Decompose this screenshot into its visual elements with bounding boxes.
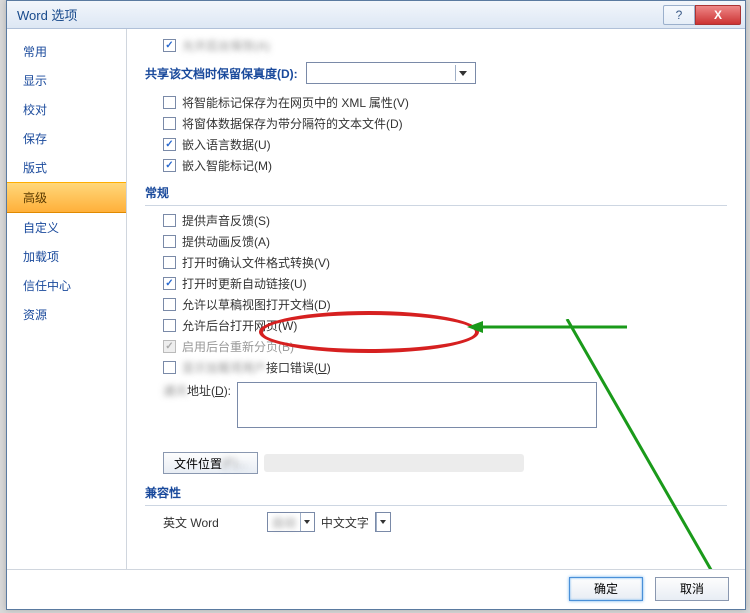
share-document-combo[interactable] xyxy=(306,62,476,84)
option-row: 将智能标记保存为在网页中的 XML 属性(V) xyxy=(163,94,727,111)
section-general: 常规 xyxy=(145,184,727,206)
option-row: 允许以草稿视图打开文档(D) xyxy=(163,296,727,313)
option-row-autolinks: 打开时更新自动链接(U) xyxy=(163,275,727,292)
compat-combo[interactable]: 自动 xyxy=(267,512,315,532)
checkbox[interactable] xyxy=(163,117,176,130)
checkbox[interactable] xyxy=(163,235,176,248)
dialog-footer: 确定 取消 xyxy=(7,569,745,607)
share-line: 共享该文档时保留保真度(D): xyxy=(145,62,727,84)
option-row: 允许后台打开网页(W) xyxy=(163,317,727,334)
combo-value: 自动 xyxy=(268,514,300,531)
checkbox[interactable] xyxy=(163,256,176,269)
address-row: 通讯地址(D): xyxy=(163,382,727,428)
checkbox[interactable] xyxy=(163,277,176,290)
checkbox[interactable] xyxy=(163,298,176,311)
option-label: 允许后台保存(A) xyxy=(182,37,270,54)
checkbox[interactable] xyxy=(163,138,176,151)
content-pane[interactable]: 允许后台保存(A) 共享该文档时保留保真度(D): 将智能标记保存为在网页中的 … xyxy=(127,29,745,569)
option-label: 打开时更新自动链接(U) xyxy=(182,275,307,292)
option-label: 将窗体数据保存为带分隔符的文本文件(D) xyxy=(182,115,403,132)
option-label: 嵌入智能标记(M) xyxy=(182,157,272,174)
checkbox[interactable] xyxy=(163,361,176,374)
compat-combo2[interactable] xyxy=(375,512,391,532)
compat-row: 英文 Word 自动 中文文字 xyxy=(163,512,727,532)
chevron-down-icon xyxy=(300,513,314,531)
sidebar-item-common[interactable]: 常用 xyxy=(7,37,126,66)
sidebar-item-advanced[interactable]: 高级 xyxy=(7,182,126,213)
address-label: 通讯地址(D): xyxy=(163,382,231,399)
chevron-down-icon xyxy=(455,65,471,81)
file-location-button[interactable]: 文件位置(F)... xyxy=(163,452,258,474)
option-row: 嵌入智能标记(M) xyxy=(163,157,727,174)
blurred-text xyxy=(225,514,261,531)
share-label: 共享该文档时保留保真度(D): xyxy=(145,65,298,82)
compat-suffix: 中文文字 xyxy=(321,514,369,531)
option-label: 允许以草稿视图打开文档(D) xyxy=(182,296,331,313)
compat-prefix: 英文 Word xyxy=(163,514,219,531)
window-title: Word 选项 xyxy=(17,5,663,24)
option-label: 提供动画反馈(A) xyxy=(182,233,270,250)
content-inner: 允许后台保存(A) 共享该文档时保留保真度(D): 将智能标记保存为在网页中的 … xyxy=(127,29,745,546)
sidebar-item-save[interactable]: 保存 xyxy=(7,124,126,153)
option-label: 启用后台重新分页(B) xyxy=(182,338,294,355)
option-row: 将窗体数据保存为带分隔符的文本文件(D) xyxy=(163,115,727,132)
sidebar-item-resources[interactable]: 资源 xyxy=(7,300,126,329)
chevron-down-icon xyxy=(376,513,390,531)
sidebar-item-display[interactable]: 显示 xyxy=(7,66,126,95)
section-compat: 兼容性 xyxy=(145,484,727,506)
option-row: 嵌入语言数据(U) xyxy=(163,136,727,153)
address-textarea[interactable] xyxy=(237,382,597,428)
help-button[interactable]: ? xyxy=(663,5,695,25)
option-label: 显示加载项用户显示加载项用户接口错误(U)接口错误(U) xyxy=(182,359,331,376)
checkbox[interactable] xyxy=(163,319,176,332)
option-row: 显示加载项用户显示加载项用户接口错误(U)接口错误(U) xyxy=(163,359,727,376)
sidebar-item-layout[interactable]: 版式 xyxy=(7,153,126,182)
checkbox[interactable] xyxy=(163,96,176,109)
option-row: 提供动画反馈(A) xyxy=(163,233,727,250)
option-label: 允许后台打开网页(W) xyxy=(182,317,297,334)
blurred-area xyxy=(264,454,524,472)
cancel-button[interactable]: 取消 xyxy=(655,577,729,601)
combo-value xyxy=(311,65,359,82)
checkbox[interactable] xyxy=(163,39,176,52)
sidebar-item-addins[interactable]: 加载项 xyxy=(7,242,126,271)
sidebar-item-proofing[interactable]: 校对 xyxy=(7,95,126,124)
option-row: 启用后台重新分页(B) xyxy=(163,338,727,355)
option-row: 允许后台保存(A) xyxy=(163,37,727,54)
option-label: 将智能标记保存为在网页中的 XML 属性(V) xyxy=(182,94,409,111)
option-label: 打开时确认文件格式转换(V) xyxy=(182,254,330,271)
sidebar-item-customize[interactable]: 自定义 xyxy=(7,213,126,242)
system-buttons: ? X xyxy=(663,5,741,25)
sidebar-item-trust[interactable]: 信任中心 xyxy=(7,271,126,300)
option-label: 提供声音反馈(S) xyxy=(182,212,270,229)
dialog-body: 常用 显示 校对 保存 版式 高级 自定义 加载项 信任中心 资源 允许后台保存… xyxy=(7,29,745,569)
option-row: 打开时确认文件格式转换(V) xyxy=(163,254,727,271)
titlebar: Word 选项 ? X xyxy=(7,1,745,29)
fileloc-row: 文件位置(F)... xyxy=(163,452,727,474)
checkbox-disabled xyxy=(163,340,176,353)
close-button[interactable]: X xyxy=(695,5,741,25)
dialog-window: Word 选项 ? X 常用 显示 校对 保存 版式 高级 自定义 加载项 信任… xyxy=(6,0,746,610)
sidebar: 常用 显示 校对 保存 版式 高级 自定义 加载项 信任中心 资源 xyxy=(7,29,127,569)
option-row: 提供声音反馈(S) xyxy=(163,212,727,229)
option-label: 嵌入语言数据(U) xyxy=(182,136,271,153)
checkbox[interactable] xyxy=(163,214,176,227)
ok-button[interactable]: 确定 xyxy=(569,577,643,601)
checkbox[interactable] xyxy=(163,159,176,172)
